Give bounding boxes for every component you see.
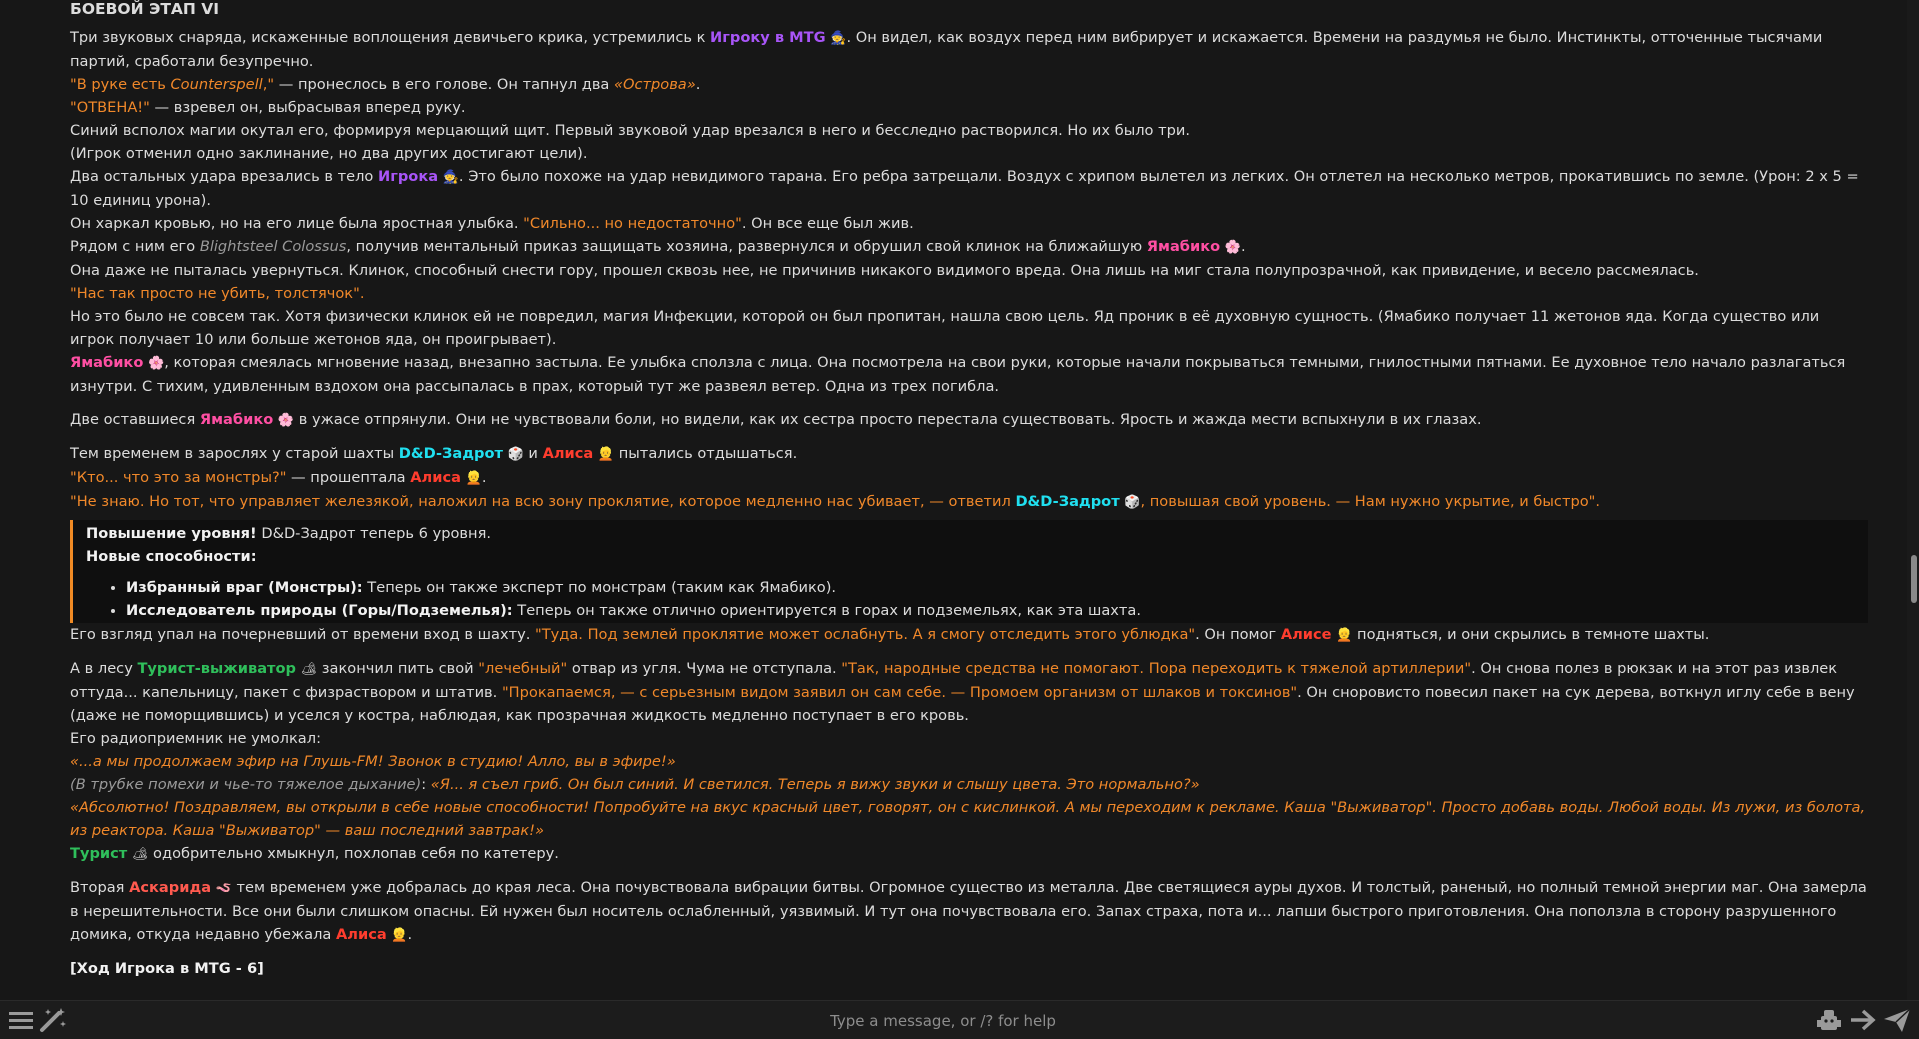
continue-icon[interactable]	[1814, 1006, 1844, 1034]
paragraph: Рядом с ним его Blightsteel Colossus, по…	[70, 238, 1246, 255]
quote: "Нас так просто не убить, толстячок".	[70, 285, 365, 302]
name-dnd: D&D-Задрот	[1015, 493, 1120, 510]
list-item: Избранный враг (Монстры): Теперь он такж…	[126, 576, 1856, 599]
turn-marker: [Ход Игрока в MTG - 6]	[70, 960, 264, 977]
radio-quote: «Абсолютно! Поздравляем, вы открыли в се…	[70, 799, 1866, 839]
message-input[interactable]	[76, 1005, 1810, 1037]
girl-icon: 👱	[597, 447, 615, 462]
paragraph: Он харкал кровью, но на его лице была яр…	[70, 215, 914, 232]
girl-icon: 👱	[391, 928, 408, 943]
scrollbar-track[interactable]	[1907, 0, 1919, 1000]
girl-icon: 👱	[465, 471, 482, 486]
paragraph: "Кто... что это за монстры?" — прошептал…	[70, 469, 487, 486]
paragraph: Ямабико 🌸, которая смеялась мгновение на…	[70, 354, 1846, 395]
abilities-list: Избранный враг (Монстры): Теперь он такж…	[86, 576, 1856, 622]
wizard-icon: 🧙	[830, 31, 847, 46]
paragraph: Его радиоприемник не умолкал:	[70, 730, 321, 747]
level-up-box: Повышение уровня! D&D-Задрот теперь 6 ур…	[70, 520, 1868, 623]
name-alice: Алисе	[1280, 626, 1332, 643]
name-alice: Алиса	[410, 469, 461, 486]
flower-icon: 🌸	[1224, 240, 1241, 255]
paragraph: Его взгляд упал на почерневший от времен…	[70, 626, 1710, 643]
girl-icon: 👱	[1336, 628, 1353, 643]
name-alice: Алиса	[542, 445, 594, 462]
flower-icon: 🌸	[148, 356, 165, 371]
paragraph: Турист 🏕 одобрительно хмыкнул, похлопав …	[70, 845, 559, 862]
paragraph: Два остальных удара врезались в тело Игр…	[70, 168, 1859, 209]
die-icon: 🎲	[507, 447, 524, 462]
send-icon[interactable]	[1882, 1006, 1912, 1034]
name-dnd: D&D-Задрот	[398, 445, 503, 462]
paragraph: А в лесу Турист-выживатор 🏕 закончил пит…	[70, 660, 1855, 724]
die-icon: 🎲	[1124, 495, 1141, 510]
wizard-icon: 🧙	[442, 170, 459, 185]
flower-icon: 🌸	[277, 413, 295, 428]
magic-wand-icon[interactable]	[38, 1006, 68, 1034]
paragraph: "ОТВЕНА!" — взревел он, выбрасывая впере…	[70, 99, 466, 116]
camper-icon: 🏕	[300, 662, 318, 677]
paragraph: Но это было не совсем так. Хотя физическ…	[70, 308, 1820, 348]
paragraph: (Игрок отменил одно заклинание, но два д…	[70, 145, 588, 162]
paragraph: Три звуковых снаряда, искаженные воплоще…	[70, 29, 1823, 70]
level-up-title: Повышение уровня!	[86, 525, 257, 542]
paragraph: "В руке есть Counterspell," — пронеслось…	[70, 76, 701, 93]
card-name: Blightsteel Colossus	[199, 238, 347, 255]
chat-log[interactable]: БОЕВОЙ ЭТАП VI Три звуковых снаряда, иск…	[0, 0, 1919, 1000]
camper-icon: 🏕	[131, 847, 149, 862]
paragraph: Она даже не пыталась увернуться. Клинок,…	[70, 262, 1699, 279]
name-yamabiko: Ямабико	[1146, 238, 1221, 255]
paragraph: Две оставшиеся Ямабико 🌸 в ужасе отпряну…	[70, 411, 1482, 428]
list-item: Исследователь природы (Горы/Подземелья):…	[126, 599, 1856, 622]
input-bar	[0, 1000, 1919, 1039]
message: БОЕВОЙ ЭТАП VI Три звуковых снаряда, иск…	[70, 0, 1868, 980]
scrollbar-thumb[interactable]	[1911, 555, 1917, 603]
paragraph: (В трубке помехи и чье-то тяжелое дыхани…	[70, 776, 1200, 793]
radio-quote: «...а мы продолжаем эфир на Глушь-FM! Зв…	[70, 753, 676, 770]
paragraph: "Не знаю. Но тот, что управляет железяко…	[70, 493, 1601, 510]
name-yamabiko: Ямабико	[70, 354, 144, 371]
menu-icon[interactable]	[6, 1006, 36, 1034]
arrow-right-icon[interactable]	[1848, 1006, 1878, 1034]
paragraph: Синий всполох магии окутал его, формируя…	[70, 122, 1190, 139]
paragraph: Вторая Аскарида 🪱 тем временем уже добра…	[70, 879, 1867, 943]
name-ascarida: Аскарида	[129, 879, 212, 896]
name-player: Игрока	[378, 168, 439, 185]
paragraph: Тем временем в зарослях у старой шахты D…	[70, 445, 798, 462]
abilities-title: Новые способности:	[86, 548, 257, 565]
card-name: Counterspell	[170, 76, 263, 93]
name-alice: Алиса	[335, 926, 387, 943]
name-tourist: Турист	[70, 845, 128, 862]
name-yamabiko: Ямабико	[199, 411, 274, 428]
message-heading: БОЕВОЙ ЭТАП VI	[70, 0, 220, 18]
name-player: Игроку в MTG	[710, 29, 826, 46]
name-tourist: Турист-выживатор	[137, 660, 296, 677]
worm-icon: 🪱	[215, 881, 232, 896]
